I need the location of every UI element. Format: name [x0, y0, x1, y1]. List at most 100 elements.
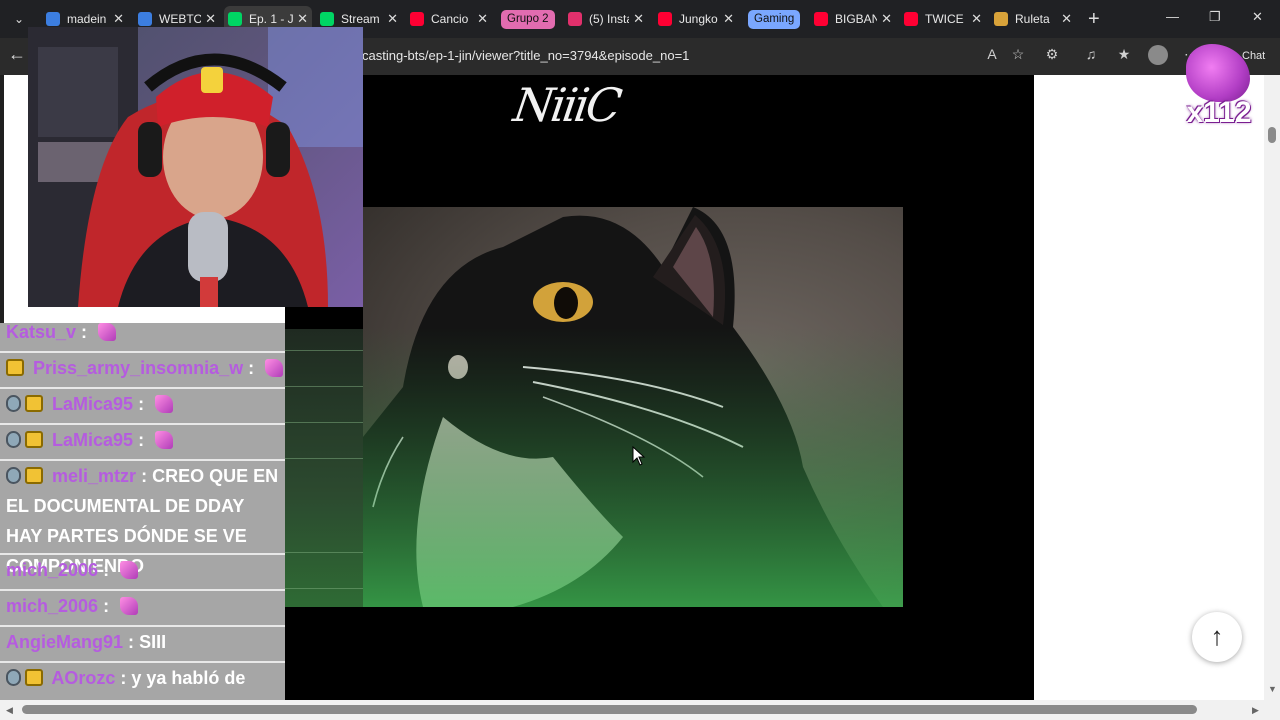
- favorite-star-icon[interactable]: ☆: [1008, 46, 1028, 63]
- address-bar[interactable]: casting-bts/ep-1-jin/viewer?title_no=379…: [362, 48, 689, 63]
- favorites-icon[interactable]: ★: [1114, 46, 1134, 63]
- tab-twice[interactable]: TWICE ✕: [900, 6, 986, 32]
- tab-title: Jungko: [679, 12, 718, 26]
- comic-side-panel: [285, 329, 367, 607]
- profile-avatar[interactable]: [1148, 45, 1168, 65]
- clapping-hands-icon: [1186, 44, 1250, 102]
- divider: [285, 422, 367, 423]
- close-icon[interactable]: ✕: [205, 11, 216, 27]
- reward-count: x112: [1186, 96, 1252, 129]
- chat-separator: :: [248, 358, 255, 378]
- chat-message: mich_2006 :: [0, 553, 285, 589]
- chat-username: mich_2006: [6, 560, 99, 580]
- crown-badge-icon: [25, 431, 43, 448]
- close-icon[interactable]: ✕: [387, 11, 398, 27]
- scroll-to-top-button[interactable]: ↑: [1192, 612, 1242, 662]
- chat-separator: :: [138, 430, 145, 450]
- youtube-icon: [904, 12, 918, 26]
- minimize-icon[interactable]: —: [1166, 9, 1179, 24]
- tab-group-grupo-2[interactable]: Grupo 2: [501, 10, 555, 29]
- stream-reward-overlay: x112: [1180, 42, 1260, 132]
- chat-separator: :: [103, 560, 110, 580]
- media-icon[interactable]: ♫: [1081, 46, 1101, 62]
- close-icon[interactable]: ✕: [297, 11, 308, 27]
- chat-username: LaMica95: [52, 430, 134, 450]
- tab-title: madein: [67, 12, 107, 26]
- kick-icon: [320, 12, 334, 26]
- clapping-hands-emote-icon: [120, 561, 139, 579]
- scroll-down-arrow-icon[interactable]: ▼: [1268, 684, 1277, 694]
- shield-badge-icon: [6, 395, 21, 412]
- back-arrow-icon[interactable]: ←: [8, 44, 26, 65]
- webcam-feed: [28, 27, 363, 307]
- close-icon[interactable]: ✕: [1061, 11, 1072, 27]
- clapping-hands-emote-icon: [155, 395, 174, 413]
- tab-title: Cancio: [431, 12, 469, 26]
- chat-username: Priss_army_insomnia_w: [33, 358, 244, 378]
- chat-username: AOrozc: [51, 668, 116, 688]
- instagram-icon: [568, 12, 582, 26]
- shield-badge-icon: [6, 669, 21, 686]
- vertical-scrollbar-thumb[interactable]: [1268, 127, 1276, 143]
- shield-badge-icon: [6, 431, 21, 448]
- restore-icon[interactable]: ❐: [1209, 9, 1221, 25]
- tab-title: BIGBAN: [835, 12, 878, 26]
- close-icon[interactable]: ✕: [971, 11, 982, 27]
- youtube-icon: [814, 12, 828, 26]
- chat-separator: :: [141, 466, 148, 486]
- extensions-icon[interactable]: ⚙: [1042, 46, 1062, 63]
- chat-message: LaMica95 :: [0, 387, 285, 423]
- tab-jungkook[interactable]: Jungko ✕: [654, 6, 738, 32]
- scroll-left-arrow-icon[interactable]: ◀: [6, 705, 13, 716]
- chat-username: LaMica95: [52, 394, 134, 414]
- chat-text: SIII: [139, 632, 167, 652]
- chat-message: AOrozc : y ya habló de ellos: [0, 661, 285, 700]
- clapping-hands-emote-icon: [98, 323, 117, 341]
- crown-badge-icon: [6, 359, 24, 376]
- tab-title: Ep. 1 - J: [249, 12, 294, 26]
- tab-title: TWICE: [925, 12, 964, 26]
- crown-badge-icon: [25, 467, 43, 484]
- chat-separator: :: [103, 596, 110, 616]
- divider: [285, 350, 367, 351]
- tab-group-gaming[interactable]: Gaming: [748, 10, 801, 29]
- crown-badge-icon: [25, 395, 43, 412]
- close-icon[interactable]: ✕: [881, 11, 892, 27]
- divider: [285, 386, 367, 387]
- comic-panel-cat-image: [363, 207, 903, 607]
- wheel-icon: [994, 12, 1008, 26]
- webtoon-icon: [228, 12, 242, 26]
- shield-badge-icon: [6, 467, 21, 484]
- horizontal-scrollbar[interactable]: ◀ ▶: [0, 700, 1280, 720]
- clapping-hands-emote-icon: [120, 597, 139, 615]
- tab-title: Stream: [341, 12, 380, 26]
- chat-separator: :: [120, 668, 127, 688]
- tab-instagram[interactable]: (5) Insta ✕: [564, 6, 648, 32]
- tab-canciones[interactable]: Cancio ✕: [406, 6, 492, 32]
- divider: [285, 458, 367, 459]
- chat-message: meli_mtzr : CREO QUE EN EL DOCUMENTAL DE…: [0, 459, 285, 576]
- search-icon: [138, 12, 152, 26]
- divider: [285, 552, 367, 553]
- mouse-cursor-icon: [632, 446, 646, 466]
- tab-list-dropdown-icon[interactable]: ⌄: [8, 8, 30, 30]
- close-icon[interactable]: ✕: [723, 11, 734, 27]
- close-icon[interactable]: ✕: [113, 11, 124, 27]
- window-close-icon[interactable]: ✕: [1252, 9, 1263, 25]
- crown-badge-icon: [25, 669, 43, 686]
- cat-illustration: [363, 207, 903, 607]
- close-icon[interactable]: ✕: [633, 11, 644, 27]
- vertical-scrollbar[interactable]: ▼: [1264, 75, 1280, 700]
- chat-username: mich_2006: [6, 596, 99, 616]
- close-icon[interactable]: ✕: [477, 11, 488, 27]
- chat-message: mich_2006 :: [0, 589, 285, 625]
- read-aloud-icon[interactable]: A: [982, 46, 1002, 62]
- chat-username: AngieMang91: [6, 632, 124, 652]
- horizontal-scrollbar-thumb[interactable]: [22, 705, 1197, 714]
- new-tab-button[interactable]: +: [1088, 8, 1100, 30]
- tab-ruleta[interactable]: Ruleta ✕: [990, 6, 1076, 32]
- chat-separator: :: [138, 394, 145, 414]
- tab-bigbang[interactable]: BIGBAN ✕: [810, 6, 896, 32]
- scroll-right-arrow-icon[interactable]: ▶: [1252, 705, 1259, 716]
- chat-separator: :: [128, 632, 135, 652]
